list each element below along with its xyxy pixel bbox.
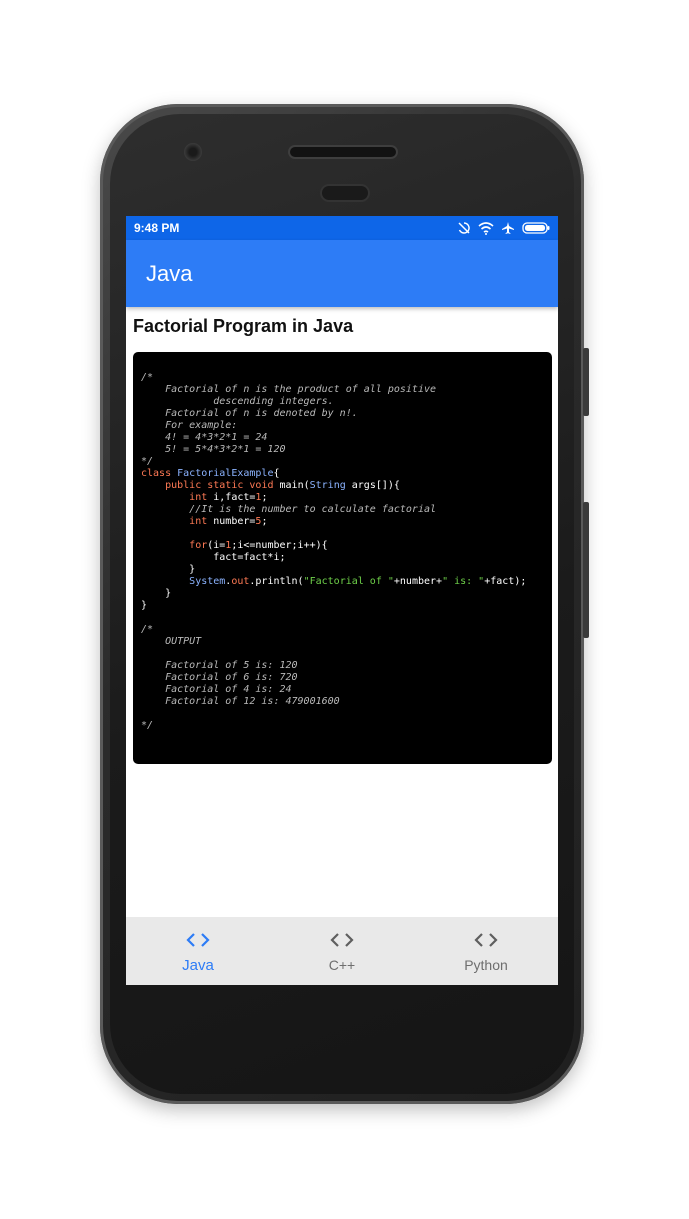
proximity-sensor bbox=[322, 186, 368, 200]
nav-item-cpp[interactable]: C++ bbox=[277, 929, 407, 973]
status-icons bbox=[457, 221, 550, 235]
nav-label-python: Python bbox=[464, 957, 508, 973]
screen: 9:48 PM Java Factorial Program in Java /… bbox=[126, 216, 558, 985]
code-icon bbox=[185, 929, 211, 951]
nav-label-java: Java bbox=[182, 956, 214, 974]
code-text: /* Factorial of n is the product of all … bbox=[141, 372, 527, 731]
earpiece-speaker bbox=[290, 147, 396, 157]
airplane-icon bbox=[502, 222, 514, 234]
bottom-navigation: Java C++ Python bbox=[126, 917, 558, 985]
code-block: /* Factorial of n is the product of all … bbox=[133, 352, 552, 764]
wifi-icon bbox=[478, 221, 494, 235]
nav-label-cpp: C++ bbox=[328, 957, 356, 973]
front-camera bbox=[184, 143, 202, 161]
code-icon bbox=[473, 929, 499, 951]
status-bar: 9:48 PM bbox=[126, 216, 558, 240]
power-button bbox=[583, 502, 589, 638]
sync-off-icon bbox=[458, 222, 470, 234]
status-time: 9:48 PM bbox=[134, 221, 180, 235]
nav-item-java[interactable]: Java bbox=[133, 929, 263, 974]
battery-icon bbox=[522, 222, 550, 234]
volume-button bbox=[583, 348, 589, 416]
nav-item-python[interactable]: Python bbox=[421, 929, 551, 973]
code-icon bbox=[329, 929, 355, 951]
app-bar-title: Java bbox=[146, 260, 193, 286]
page-title: Factorial Program in Java bbox=[133, 316, 354, 336]
app-bar: Java bbox=[126, 240, 558, 307]
